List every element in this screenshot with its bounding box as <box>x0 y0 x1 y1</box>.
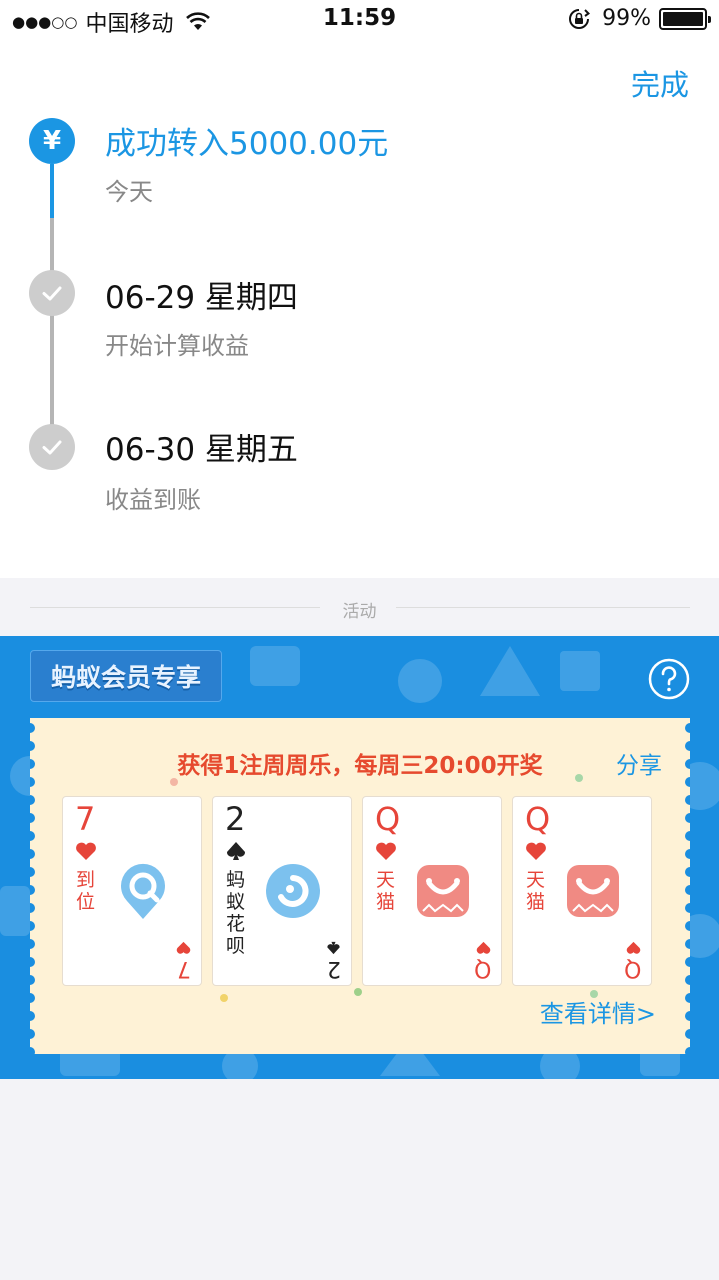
perforation-hole <box>30 903 35 913</box>
status-bar: ●●●○○ 中国移动 11:59 99% <box>0 0 719 40</box>
tmall-bag-icon <box>417 865 469 917</box>
battery-fill <box>663 11 703 26</box>
card-rank: Q <box>525 800 551 838</box>
question-mark-icon[interactable] <box>648 658 690 700</box>
spade-icon <box>226 842 246 860</box>
heart-icon <box>626 941 641 954</box>
perforation-hole <box>685 867 690 877</box>
heart-icon <box>376 842 396 860</box>
share-link[interactable]: 分享 <box>616 746 662 780</box>
card-rank-inverted: 7 <box>177 956 191 981</box>
perforation-hole <box>685 885 690 895</box>
step-subtitle-arrival: 收益到账 <box>105 486 201 514</box>
section-divider: 活动 <box>0 578 719 636</box>
spade-icon <box>327 941 340 955</box>
step-title-transfer: 成功转入5000.00元 <box>105 126 389 162</box>
perforation-hole <box>685 795 690 805</box>
perforation-hole <box>685 1011 690 1021</box>
confetti-decoration <box>354 988 362 996</box>
card-rank: 2 <box>225 800 246 838</box>
timeline-pending-line <box>50 218 54 450</box>
perforation-hole <box>30 813 35 823</box>
step-title-arrival-date: 06-30 星期五 <box>105 432 298 468</box>
playing-card: 7 到位 7 <box>62 796 202 986</box>
perforation-hole <box>30 849 35 859</box>
done-button[interactable]: 完成 <box>631 62 689 104</box>
playing-card: Q 天猫 Q <box>362 796 502 986</box>
perforation-hole <box>685 903 690 913</box>
battery-icon <box>659 7 711 30</box>
card-text: 蚂蚁花呗 <box>226 869 246 957</box>
perforation-hole <box>30 1029 35 1039</box>
perforation-hole <box>685 1029 690 1039</box>
perforation-hole <box>685 723 690 733</box>
rotation-lock-icon <box>569 8 591 29</box>
perforation-hole <box>30 957 35 967</box>
card-rank-inverted: 2 <box>327 956 341 981</box>
perforation-hole <box>30 939 35 949</box>
card-text: 天猫 <box>376 869 396 913</box>
lottery-ticket[interactable]: 获得1注周周乐，每周三20:00开奖 分享 7 到位 7 2 蚂蚁花呗 2 Q … <box>30 718 690 1054</box>
card-text: 到位 <box>76 869 96 913</box>
perforation-hole <box>685 921 690 931</box>
huabei-icon <box>266 864 320 918</box>
divider-label: 活动 <box>342 602 377 622</box>
battery-percent: 99% <box>602 6 651 31</box>
check-icon <box>29 270 75 316</box>
playing-card: 2 蚂蚁花呗 2 <box>212 796 352 986</box>
perforation-hole <box>685 939 690 949</box>
yuan-icon: ¥ <box>29 118 75 164</box>
perforation-hole <box>30 831 35 841</box>
playing-card: Q 天猫 Q <box>512 796 652 986</box>
perforation-hole <box>30 795 35 805</box>
confetti-decoration <box>220 994 228 1002</box>
member-exclusive-tag: 蚂蚁会员专享 <box>30 650 222 702</box>
perforation-hole <box>685 813 690 823</box>
perforation-hole <box>30 885 35 895</box>
timeline-progress-line <box>50 164 54 218</box>
card-rank: Q <box>375 800 401 838</box>
perforation-hole <box>30 867 35 877</box>
perforation-hole <box>30 993 35 1003</box>
view-details-link[interactable]: 查看详情> <box>540 994 656 1029</box>
perforation-hole <box>685 1047 690 1054</box>
perforation-hole <box>685 993 690 1003</box>
card-text: 天猫 <box>526 869 546 913</box>
perforation-hole <box>30 1047 35 1054</box>
heart-icon <box>176 941 191 954</box>
heart-icon <box>476 941 491 954</box>
step-title-start-date: 06-29 星期四 <box>105 280 298 316</box>
perforation-hole <box>30 1011 35 1021</box>
activity-banner[interactable]: 蚂蚁会员专享 获得1注周周乐，每周三20:00开奖 分享 7 到位 7 2 蚂蚁… <box>0 636 719 1079</box>
step-subtitle-start-earning: 开始计算收益 <box>105 332 249 360</box>
ticket-title: 获得1注周周乐，每周三20:00开奖 <box>177 753 543 779</box>
divider-line-right <box>396 607 690 608</box>
step-subtitle-today: 今天 <box>105 178 153 206</box>
tmall-bag-icon <box>567 865 619 917</box>
perforation-hole <box>685 957 690 967</box>
perforation-hole <box>685 831 690 841</box>
perforation-hole <box>30 921 35 931</box>
status-right: 99% <box>568 6 711 31</box>
heart-icon <box>76 842 96 860</box>
perforation-hole <box>30 723 35 733</box>
transfer-result-panel: 完成 ¥ 成功转入5000.00元 今天 06-29 星期四 开始计算收益 06… <box>0 40 719 578</box>
check-icon <box>29 424 75 470</box>
location-search-icon <box>121 863 165 919</box>
perforation-hole <box>30 975 35 985</box>
card-rank: 7 <box>75 800 96 838</box>
heart-icon <box>526 842 546 860</box>
card-rank-inverted: Q <box>473 956 491 981</box>
perforation-hole <box>685 849 690 859</box>
card-rank-inverted: Q <box>623 956 641 981</box>
perforation-hole <box>685 975 690 985</box>
